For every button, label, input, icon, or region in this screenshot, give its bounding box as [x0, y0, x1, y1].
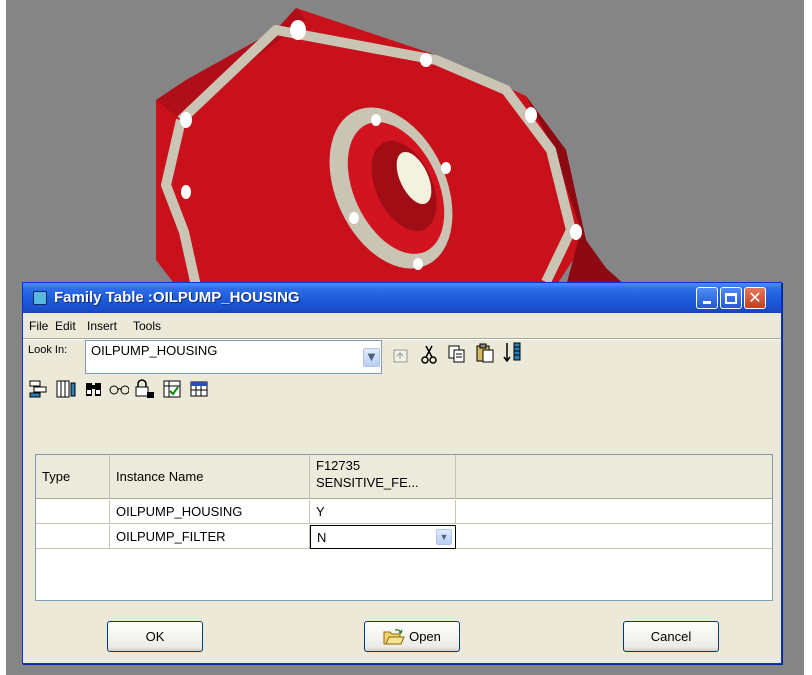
open-folder-icon [383, 628, 405, 644]
menu-bar: File Edit Insert Tools [23, 313, 781, 339]
up-folder-icon[interactable] [391, 346, 411, 366]
table-row[interactable]: OILPUMP_FILTER N ▼ [36, 525, 772, 549]
add-column-icon[interactable] [28, 379, 48, 399]
cancel-button[interactable]: Cancel [623, 621, 719, 652]
lookin-label: Look In: [28, 344, 68, 356]
menu-edit[interactable]: Edit [55, 319, 76, 333]
lookin-value: OILPUMP_HOUSING [91, 343, 218, 358]
paste-icon[interactable] [475, 343, 495, 363]
sort-icon[interactable] [503, 342, 523, 363]
preview-icon[interactable] [109, 379, 129, 399]
close-icon: ✕ [748, 288, 762, 307]
family-table-grid[interactable]: Type Instance Name F12735 SENSITIVE_FE..… [35, 454, 773, 601]
cell-parameter-value: N [317, 530, 327, 545]
maximize-button[interactable] [720, 287, 742, 309]
cell-parameter-value-dropdown[interactable]: N ▼ [310, 525, 456, 549]
cell-parameter-value[interactable]: Y [310, 500, 456, 524]
minimize-icon [703, 301, 711, 304]
cell-instance-name[interactable]: OILPUMP_HOUSING [110, 500, 310, 524]
cancel-button-label: Cancel [650, 629, 692, 644]
copy-icon[interactable] [447, 344, 467, 364]
ok-button-label: OK [145, 629, 165, 644]
cut-icon[interactable] [419, 344, 439, 364]
header-parameter[interactable]: F12735 SENSITIVE_FE... [310, 455, 456, 499]
cell-type[interactable] [36, 525, 110, 549]
header-param-line1: F12735 [316, 458, 361, 473]
family-table-dialog: Family Table :OILPUMP_HOUSING ✕ File Edi… [22, 282, 782, 664]
lock-icon[interactable] [135, 379, 155, 399]
lookin-combobox[interactable]: OILPUMP_HOUSING ▼ [85, 340, 382, 374]
header-param-line2: SENSITIVE_FE... [316, 475, 419, 490]
window-title: Family Table :OILPUMP_HOUSING [54, 289, 300, 306]
open-button-label: Open [409, 629, 441, 644]
menu-file[interactable]: File [29, 319, 48, 333]
add-row-icon[interactable] [56, 379, 76, 399]
menu-insert[interactable]: Insert [87, 319, 117, 333]
header-instance-name[interactable]: Instance Name [110, 455, 310, 499]
ok-button[interactable]: OK [107, 621, 203, 652]
find-icon[interactable] [84, 379, 104, 399]
cell-instance-name[interactable]: OILPUMP_FILTER [110, 525, 310, 549]
app-icon [33, 291, 47, 305]
table-icon[interactable] [189, 379, 209, 399]
chevron-down-icon[interactable]: ▼ [363, 348, 380, 367]
menu-tools[interactable]: Tools [133, 319, 161, 333]
maximize-icon [725, 292, 737, 304]
open-button[interactable]: Open [364, 621, 460, 652]
chevron-down-icon[interactable]: ▼ [436, 529, 452, 545]
close-button[interactable]: ✕ [744, 287, 766, 309]
verify-icon[interactable] [162, 379, 182, 399]
header-type-label: Type [42, 469, 71, 484]
minimize-button[interactable] [696, 287, 718, 309]
table-header: Type Instance Name F12735 SENSITIVE_FE..… [36, 455, 772, 499]
table-row[interactable]: OILPUMP_HOUSING Y [36, 500, 772, 524]
title-bar[interactable]: Family Table :OILPUMP_HOUSING ✕ [23, 283, 781, 313]
header-type[interactable]: Type [36, 455, 110, 499]
header-instance-label: Instance Name [116, 469, 204, 484]
cell-type[interactable] [36, 500, 110, 524]
